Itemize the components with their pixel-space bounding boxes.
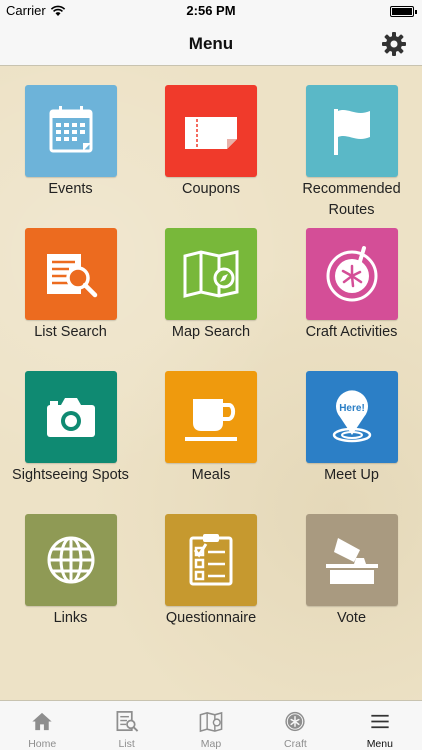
tile-recommended-routes[interactable]: Recommended Routes (281, 85, 422, 228)
tile-sightseeing-box (24, 371, 117, 463)
tab-menu[interactable]: Menu (338, 701, 422, 750)
flag-icon (333, 109, 370, 155)
tab-home[interactable]: Home (0, 701, 84, 750)
status-time: 2:56 PM (186, 3, 236, 18)
map-compass-icon (183, 250, 239, 298)
hamburger-icon (371, 714, 389, 729)
tile-coupons-label: Coupons (181, 181, 241, 197)
menu-grid: Events Coupons Recommended Routes List S… (0, 85, 422, 657)
tile-events-label: Events (48, 181, 93, 197)
page-title: Menu (188, 34, 234, 53)
tile-craft-label: Craft Activities (305, 324, 398, 340)
ballot-box-icon (325, 538, 378, 584)
tile-map-search-label: Map Search (171, 324, 251, 340)
tile-routes-box (305, 85, 398, 177)
list-search-icon (46, 254, 97, 298)
tab-craft-label: Craft (284, 738, 307, 750)
menu-content: Events Coupons Recommended Routes List S… (0, 66, 422, 700)
tile-events-box (24, 85, 117, 177)
tile-craft-box (305, 228, 398, 320)
tab-list[interactable]: List (84, 701, 168, 750)
svg-text:Here!: Here! (339, 403, 365, 414)
nav-bar: Menu (0, 22, 422, 66)
checklist-icon (189, 534, 233, 586)
tile-craft-activities[interactable]: Craft Activities (281, 228, 422, 371)
list-search-icon (116, 711, 138, 732)
tile-meals-box (165, 371, 257, 463)
ticket-icon (185, 117, 237, 149)
tile-vote-box (305, 514, 398, 606)
tile-list-search-box (24, 228, 117, 320)
tab-bar: Home List Map Craft Menu (0, 700, 422, 750)
tab-home-label: Home (28, 738, 57, 750)
tile-meals[interactable]: Meals (141, 371, 281, 514)
tile-links-box (24, 514, 117, 606)
tile-coupons[interactable]: Coupons (141, 85, 281, 228)
status-bar: Carrier 2:56 PM (0, 0, 422, 22)
tile-meet-up[interactable]: Here! Meet Up (281, 371, 422, 514)
tile-questionnaire[interactable]: Questionnaire (141, 514, 281, 657)
map-icon (199, 711, 223, 733)
tile-meet-up-box: Here! (305, 371, 398, 463)
tile-sightseeing-spots[interactable]: Sightseeing Spots (0, 371, 141, 514)
tile-sightseeing-label: Sightseeing Spots (12, 467, 129, 483)
battery-icon (390, 6, 417, 17)
gear-icon[interactable] (380, 30, 408, 58)
tab-craft[interactable]: Craft (253, 701, 337, 750)
globe-icon (47, 536, 94, 584)
tile-questionnaire-box (165, 514, 257, 606)
tile-links-label: Links (53, 610, 88, 626)
tab-map[interactable]: Map (169, 701, 253, 750)
cup-icon (185, 399, 237, 441)
tile-questionnaire-label: Questionnaire (165, 610, 257, 626)
tile-vote[interactable]: Vote (281, 514, 422, 657)
home-icon (32, 712, 52, 731)
camera-icon (46, 398, 95, 437)
calendar-icon (49, 106, 92, 153)
craft-icon (285, 711, 306, 732)
tile-list-search-label: List Search (34, 324, 107, 340)
tile-vote-label: Vote (336, 610, 367, 626)
here-pin-icon: Here! (332, 390, 371, 443)
tile-events[interactable]: Events (0, 85, 141, 228)
tab-menu-label: Menu (366, 738, 393, 750)
tab-list-label: List (118, 738, 135, 750)
tile-meals-label: Meals (191, 467, 231, 483)
tile-links[interactable]: Links (0, 514, 141, 657)
tile-map-search[interactable]: Map Search (141, 228, 281, 371)
tile-coupons-box (165, 85, 257, 177)
pottery-wheel-icon (326, 246, 377, 302)
tile-meet-up-label: Meet Up (324, 467, 379, 483)
tile-routes-label: Recommended Routes (302, 181, 401, 218)
tab-map-label: Map (200, 738, 222, 750)
tile-map-search-box (165, 228, 257, 320)
tile-list-search[interactable]: List Search (0, 228, 141, 371)
